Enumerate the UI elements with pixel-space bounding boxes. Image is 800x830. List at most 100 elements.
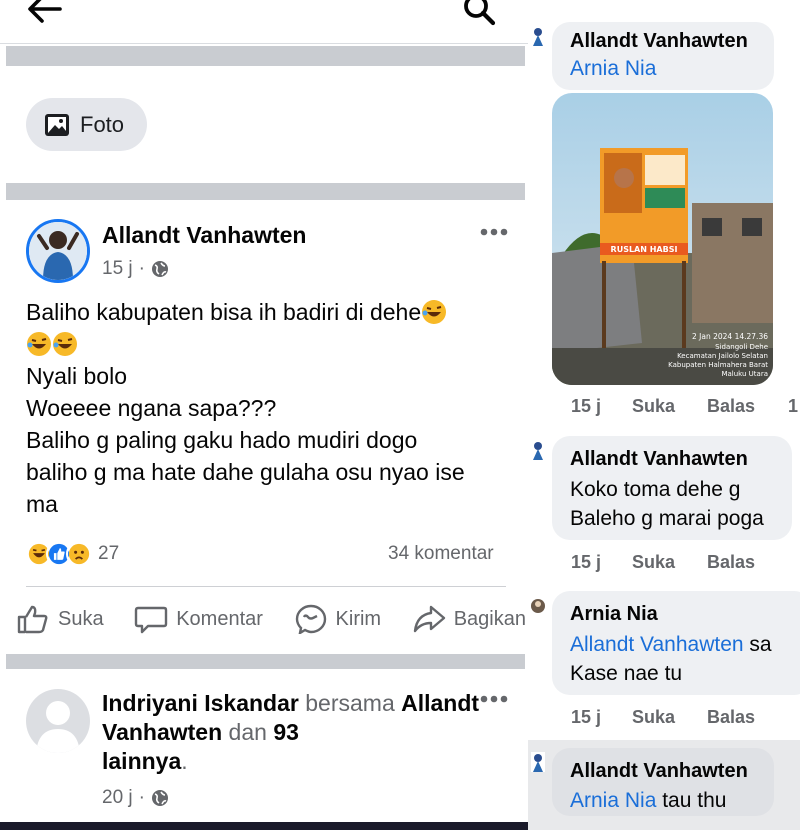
like-label: Suka (58, 607, 104, 630)
comment-meta: 15 j Suka Balas 1 (571, 396, 798, 417)
comment-meta: 15 j Suka Balas (571, 552, 755, 573)
feed-panel: Foto Allandt Vanhawten 15 j · Baliho kab… (0, 0, 528, 830)
photo-stamp-line1: 2 Jan 2024 14.27.36 (692, 332, 768, 341)
mention-link[interactable]: Allandt Vanhawten (570, 633, 744, 656)
post-author-name[interactable]: Allandt Vanhawten (102, 222, 306, 249)
send-button[interactable]: Kirim (294, 604, 382, 634)
post2-author-avatar[interactable] (26, 689, 90, 753)
post-line-1: Baliho kabupaten bisa ih badiri di dehe (26, 296, 516, 328)
comment-author[interactable]: Allandt Vanhawten (570, 448, 748, 471)
comment-reaction-count[interactable]: 1 (788, 396, 798, 417)
post-time[interactable]: 15 j (102, 258, 133, 280)
commenter-avatar[interactable] (531, 440, 545, 460)
comment-text: Arnia Nia tau thu (570, 789, 727, 812)
commenter-avatar[interactable] (531, 26, 545, 46)
globe-icon (151, 261, 168, 277)
back-arrow-icon[interactable] (24, 0, 64, 28)
share-label: Bagikan (453, 607, 526, 630)
comment-author[interactable]: Arnia Nia (570, 603, 658, 626)
post2-meta: 20 j · (102, 787, 169, 809)
post-line-5: Baliho g paling gaku hado mudiri dogo (26, 427, 418, 453)
laughing-emoji-icon (53, 332, 77, 356)
comment-author[interactable]: Allandt Vanhawten (570, 760, 748, 783)
comment-bubble[interactable]: Allandt Vanhawten Arnia Nia (552, 22, 774, 90)
send-label: Kirim (335, 607, 382, 630)
comment-time[interactable]: 15 j (571, 707, 632, 728)
comment-bubble[interactable]: Arnia Nia Allandt Vanhawten sa Kase nae … (552, 591, 800, 695)
section-divider (6, 183, 525, 200)
comment-reply-button[interactable]: Balas (707, 552, 755, 573)
share-icon (413, 605, 445, 633)
post-author-avatar[interactable] (26, 219, 90, 283)
post2-author-name[interactable]: Indriyani Iskandar (102, 690, 299, 716)
avatar-image (29, 222, 87, 280)
comment-text-line1: Allandt Vanhawten sa (570, 633, 772, 656)
comment-time[interactable]: 15 j (571, 396, 632, 417)
comment-text-line2: Baleho g marai poga (570, 507, 764, 530)
post-divider (26, 586, 506, 587)
post2-others-count[interactable]: 93 (273, 719, 299, 745)
more-options-icon[interactable] (479, 227, 509, 237)
comment-like-button[interactable]: Suka (632, 396, 707, 417)
comment-author[interactable]: Allandt Vanhawten (570, 30, 748, 53)
photo-icon (45, 113, 69, 136)
section-divider (6, 654, 525, 669)
reaction-summary[interactable]: 27 (26, 541, 119, 567)
comments-panel: Allandt Vanhawten Arnia Nia RUSLAN HABSI… (528, 0, 800, 830)
billboard-name: RUSLAN HABSI (611, 245, 678, 254)
comment-like-button[interactable]: Suka (632, 707, 707, 728)
post-line-7: ma (26, 491, 58, 517)
comment-reply-button[interactable]: Balas (707, 707, 755, 728)
post2-header: Indriyani Iskandar bersama Allandt Vanha… (102, 690, 480, 774)
mention-link[interactable]: Arnia Nia (570, 57, 656, 80)
comment-count[interactable]: 34 komentar (388, 543, 494, 565)
photo-stamp-line4: Kabupaten Halmahera Barat (668, 361, 768, 369)
next-post-image-edge (0, 822, 528, 830)
comment-button[interactable]: Komentar (134, 604, 263, 634)
billboard-photo: RUSLAN HABSI 2 Jan 2024 14.27.36 Sidango… (552, 93, 773, 385)
comment-meta: 15 j Suka Balas (571, 707, 755, 728)
like-button[interactable]: Suka (16, 604, 104, 634)
laughing-emoji-icon (27, 332, 51, 356)
more-options-icon[interactable] (479, 694, 509, 704)
comment-time[interactable]: 15 j (571, 552, 632, 573)
comment-photo-attachment[interactable]: RUSLAN HABSI 2 Jan 2024 14.27.36 Sidango… (552, 93, 773, 385)
comment-icon (135, 606, 168, 634)
photo-stamp-line3: Kecamatan Jailolo Selatan (677, 352, 768, 360)
post-line-6: baliho g ma hate dahe gulaha osu nyao is… (26, 459, 465, 485)
sad-reaction-icon (66, 541, 92, 567)
share-button[interactable]: Bagikan (412, 604, 526, 634)
foto-filter-chip[interactable]: Foto (26, 98, 147, 151)
search-icon[interactable] (462, 0, 496, 28)
laughing-emoji-icon (422, 300, 447, 324)
comment-like-button[interactable]: Suka (632, 552, 707, 573)
comment-bubble[interactable]: Allandt Vanhawten Arnia Nia tau thu (552, 748, 774, 816)
post-body: Baliho kabupaten bisa ih badiri di dehe … (26, 296, 516, 520)
globe-icon (151, 790, 168, 806)
post-line-3: Nyali bolo (26, 363, 127, 389)
like-icon (17, 605, 48, 634)
meta-separator: · (138, 258, 145, 279)
reaction-count: 27 (98, 543, 120, 564)
top-bar (0, 0, 528, 44)
post2-time[interactable]: 20 j (102, 787, 133, 809)
foto-chip-label: Foto (80, 111, 125, 137)
meta-separator: · (138, 787, 145, 808)
commenter-avatar[interactable] (531, 752, 545, 772)
section-divider (6, 46, 525, 66)
comment-text-line2: Kase nae tu (570, 662, 683, 685)
photo-stamp-line2: Sidangoli Dehe (715, 343, 768, 351)
post-meta: 15 j · (102, 258, 169, 280)
comment-reply-button[interactable]: Balas (707, 396, 788, 417)
mention-link[interactable]: Arnia Nia (570, 789, 656, 812)
photo-stamp-line5: Maluku Utara (721, 370, 768, 378)
comment-label: Komentar (176, 607, 263, 630)
comment-bubble[interactable]: Allandt Vanhawten Koko toma dehe g Baleh… (552, 436, 792, 540)
commenter-avatar[interactable] (531, 596, 545, 616)
post2-others-word[interactable]: lainnya (102, 748, 181, 774)
default-avatar-icon (36, 701, 80, 753)
post-actions: Suka Komentar Kirim Bagikan (16, 604, 526, 634)
post-line-2 (26, 328, 516, 360)
messenger-icon (295, 604, 326, 634)
comment-text-line1: Koko toma dehe g (570, 478, 741, 501)
